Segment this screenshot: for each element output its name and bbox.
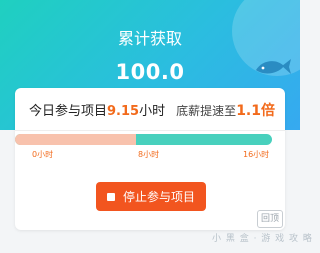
tick-label-mid: 8小时: [138, 150, 160, 159]
today-hours: 9.15: [107, 104, 140, 119]
back-to-top-badge[interactable]: 回顶: [257, 210, 283, 228]
page-title: 累计获取: [117, 29, 182, 48]
hours-unit: 小时: [139, 104, 166, 119]
speed-summary: 底薪提速至1.1倍: [176, 100, 275, 120]
divider: [15, 130, 285, 131]
today-summary: 今日参与项目9.15小时: [29, 100, 165, 119]
speed-unit: 倍: [261, 103, 275, 119]
stop-icon: [106, 192, 115, 201]
progress-fill: [15, 134, 136, 145]
summary-row: 今日参与项目9.15小时 底薪提速至1.1倍: [15, 88, 285, 130]
stop-button-label: 停止参与项目: [122, 190, 195, 204]
speed-label: 底薪提速至: [176, 104, 237, 118]
tick-label-end: 16小时: [243, 150, 270, 159]
total-amount: 100.0: [115, 60, 185, 84]
watermark: 小 黑 盒 · 游 戏 攻 略: [212, 234, 313, 244]
stop-participation-button[interactable]: 停止参与项目: [96, 182, 206, 211]
hours-progress-bar: [15, 134, 272, 145]
speed-multiplier: 1.1: [236, 103, 261, 119]
today-label: 今日参与项目: [29, 104, 108, 119]
tick-label-start: 0小时: [32, 150, 54, 159]
